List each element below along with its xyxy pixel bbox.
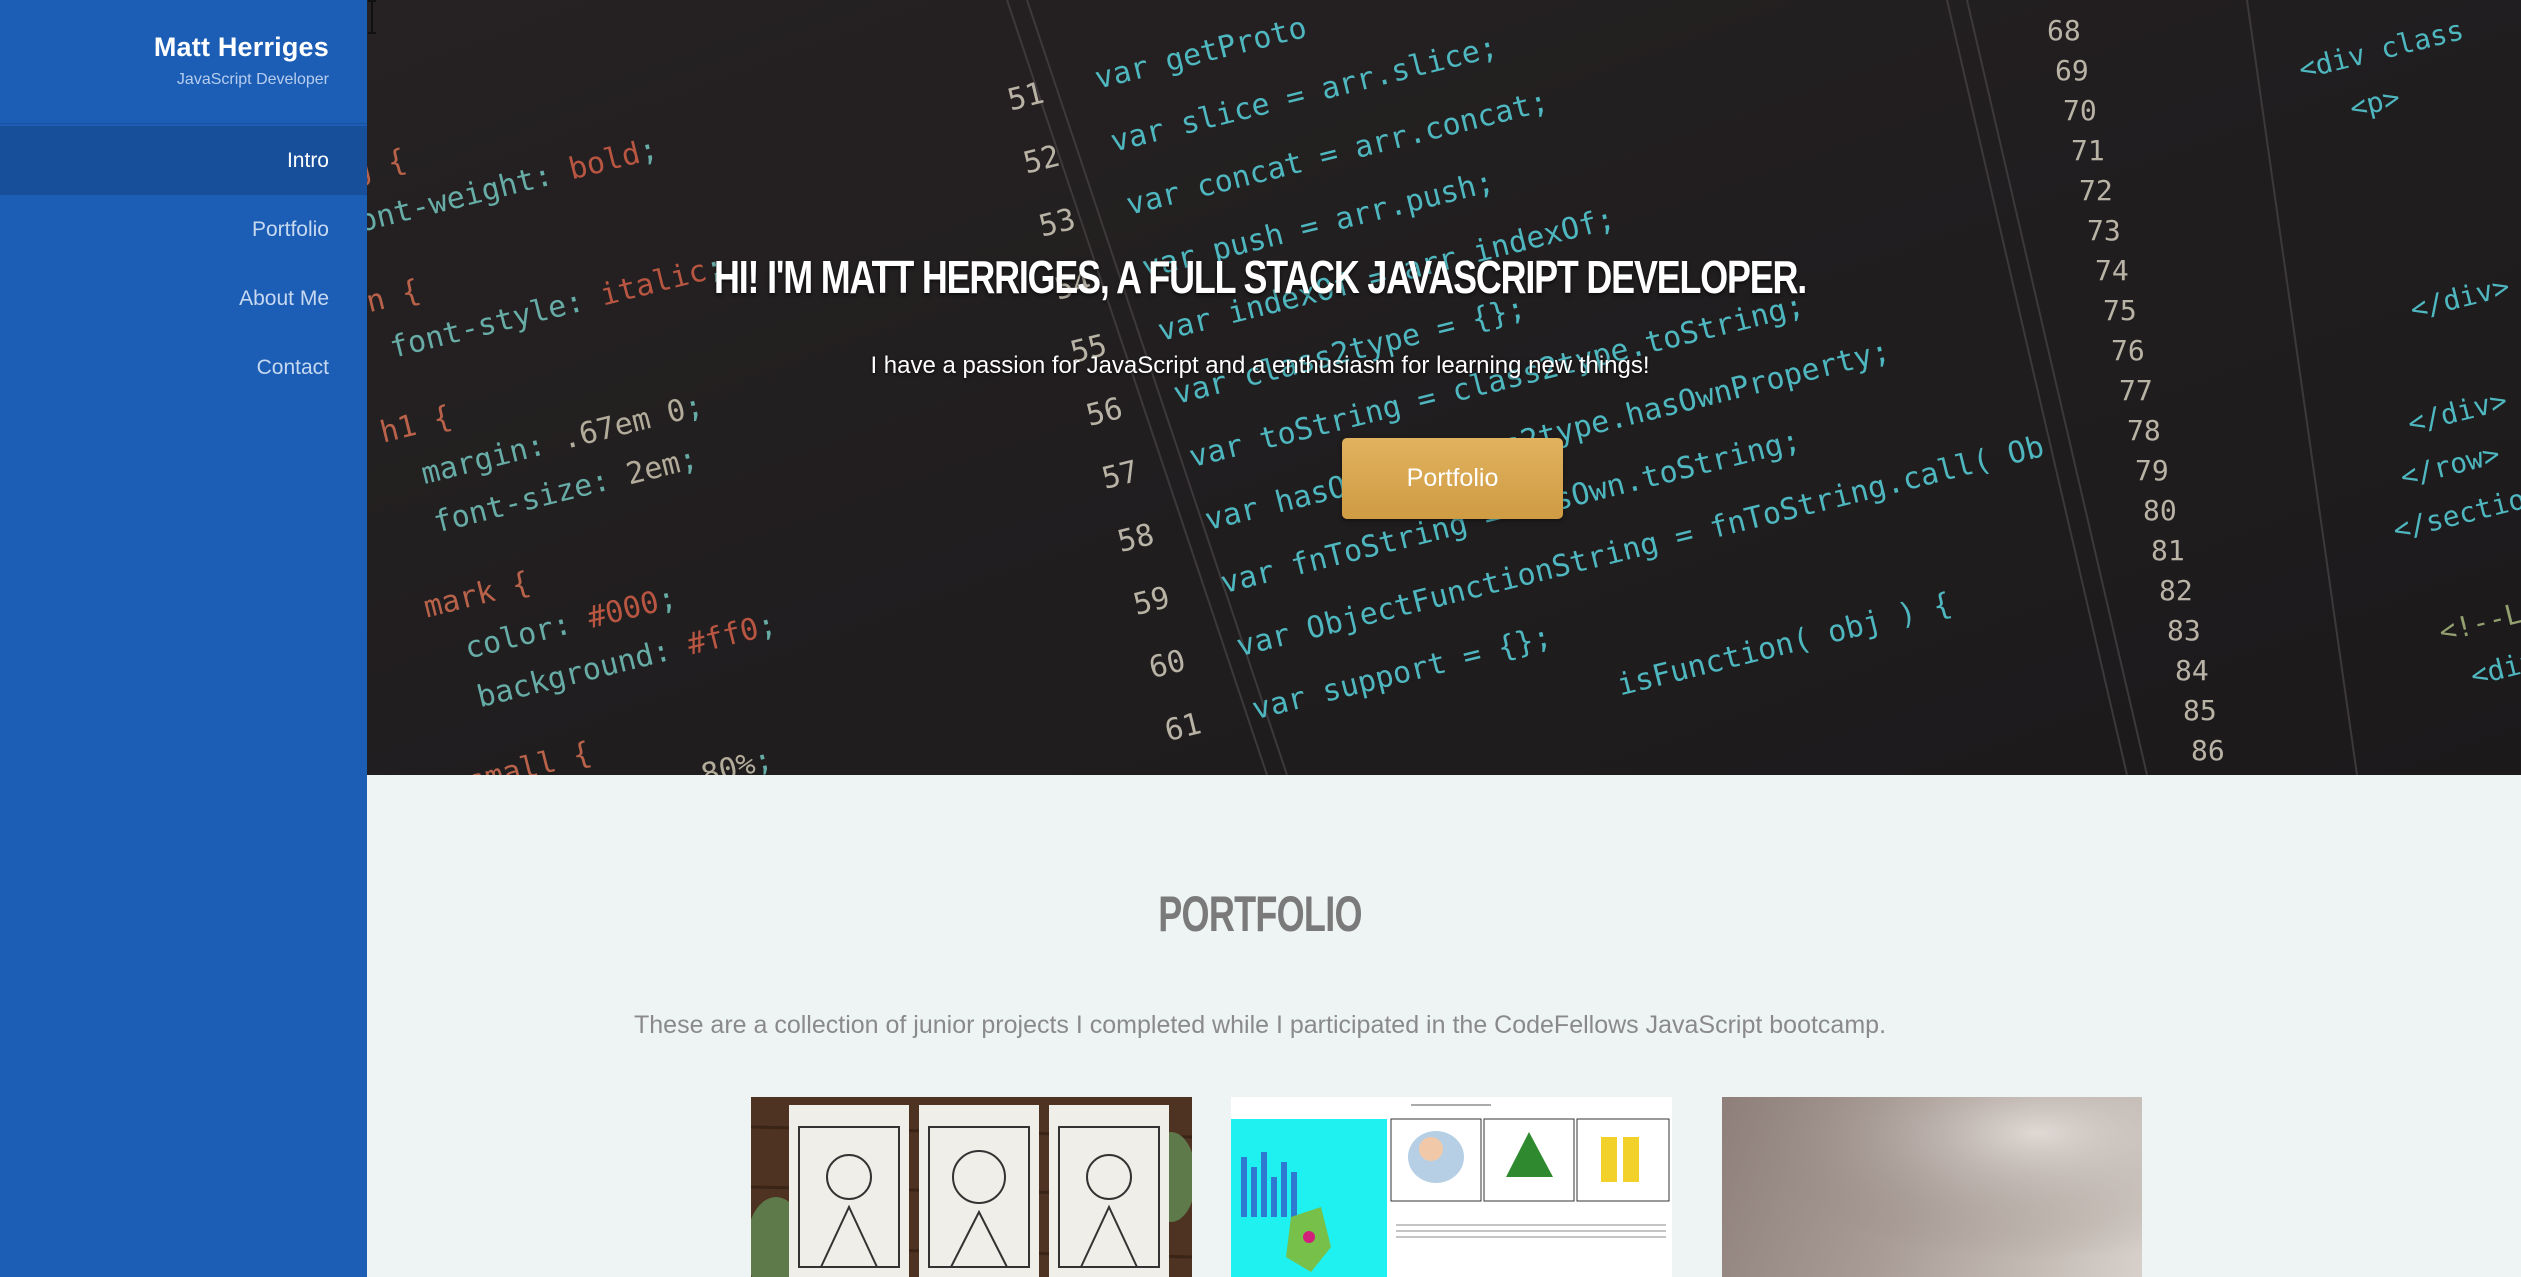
portfolio-description: These are a collection of junior project…: [633, 1011, 1887, 1039]
sidebar: Matt Herriges JavaScript Developer Intro…: [0, 0, 367, 1277]
sidebar-nav: Intro Portfolio About Me Contact: [0, 126, 367, 402]
hero-title: Hi! I'm Matt Herriges, a Full Stack Java…: [713, 251, 1807, 303]
tarot-cards-thumbnail: [751, 1097, 1192, 1277]
portfolio-button[interactable]: Portfolio: [1342, 438, 1563, 519]
brand-name[interactable]: Matt Herriges: [0, 32, 329, 63]
nav-item-contact[interactable]: Contact: [0, 333, 367, 402]
nav-item-intro[interactable]: Intro: [0, 126, 367, 195]
nav-item-portfolio[interactable]: Portfolio: [0, 195, 367, 264]
nav-item-about-me[interactable]: About Me: [0, 264, 367, 333]
bus-mall-thumbnail: [1231, 1097, 1672, 1277]
hero-subtitle: I have a passion for JavaScript and a en…: [870, 352, 1650, 379]
portfolio-card-bus-mall[interactable]: [1231, 1097, 1672, 1277]
blurred-photo-thumbnail: [1722, 1097, 2142, 1277]
brand: Matt Herriges JavaScript Developer: [0, 0, 367, 124]
hero-overlay: [367, 0, 2521, 775]
portfolio-section: Portfolio These are a collection of juni…: [367, 775, 2521, 1277]
text-cursor-icon: [368, 0, 376, 34]
portfolio-card-photo[interactable]: [1722, 1097, 2142, 1277]
hero-section: ong { ont-weight: bold; fn { font-style:…: [367, 0, 2521, 775]
brand-subtitle: JavaScript Developer: [176, 71, 329, 88]
portfolio-title: Portfolio: [1158, 886, 1362, 942]
portfolio-card-tarot[interactable]: [751, 1097, 1192, 1277]
